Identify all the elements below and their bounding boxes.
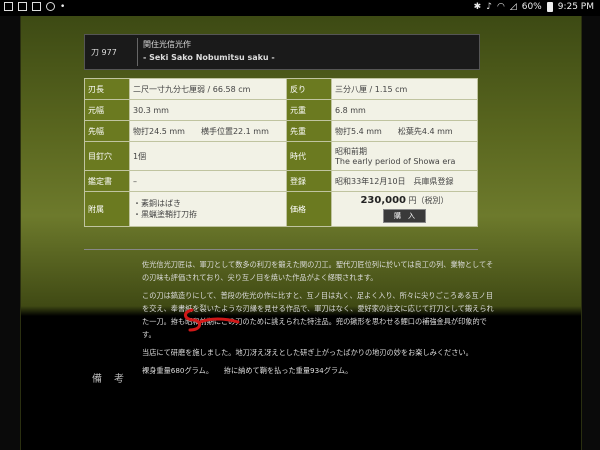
more-icon: • (60, 2, 66, 12)
table-row: 先幅 物打24.5 mm 横手位置22.1 mm 先重 物打5.4 mm 松葉先… (84, 120, 478, 142)
notes-label: 備考 (92, 374, 136, 385)
spec-value: 6.8 mm (331, 99, 478, 121)
notes-paragraph: 佐光信光刀匠は、軍刀として数多の利刀を鍛えた関の刀工。聖代刀匠位列に於いては良工… (142, 260, 494, 282)
gallery-icon (4, 2, 13, 11)
spec-key: 登録 (286, 170, 332, 192)
spec-table: 刃長 二尺一寸九分七厘弱 / 66.58 cm 反り 三分八厘 / 1.15 c… (84, 78, 478, 227)
status-bar: • ✱ ♪ ◠ ◿ 60% 9:25 PM (0, 0, 600, 16)
spec-value: 三分八厘 / 1.15 cm (331, 78, 478, 100)
spec-key: 刃長 (84, 78, 130, 100)
spec-key: 目釘穴 (84, 141, 130, 171)
notes-paragraph: 当店にて研磨を施しました。地刀冴え冴えとした研ぎ上がったばかりの地刃の妙をお楽し… (142, 348, 473, 357)
spec-key: 反り (286, 78, 332, 100)
table-row: 目釘穴 1個 時代 昭和前期 The early period of Showa… (84, 141, 478, 171)
spec-key: 附属 (84, 191, 130, 227)
price-value: 230,000 (360, 195, 406, 206)
chrome-icon (46, 2, 55, 11)
wifi-icon: ◠ (496, 2, 505, 12)
era-en: The early period of Showa era (335, 157, 456, 166)
divider (137, 38, 138, 66)
buy-button[interactable]: 購 入 (383, 209, 426, 223)
spec-value: 物打24.5 mm 横手位置22.1 mm (129, 120, 287, 142)
accessory-item: ・素銅はばき (133, 199, 181, 208)
spec-value: 昭和33年12月10日 兵庫県登録 (331, 170, 478, 192)
email-icon (32, 2, 41, 11)
table-row: 附属 ・素銅はばき ・黒蝋塗鞘打刀拵 価格 230,000 円（税別） 購 入 (84, 191, 478, 227)
table-row: 鑑定書 – 登録 昭和33年12月10日 兵庫県登録 (84, 170, 478, 192)
item-title-jp: 関住光信光作 (143, 40, 191, 49)
item-header: 刀 977 関住光信光作 - Seki Sako Nobumitsu saku … (84, 34, 480, 70)
divider (84, 249, 478, 250)
price-unit: 円（税別） (408, 196, 449, 205)
table-row: 元幅 30.3 mm 元重 6.8 mm (84, 99, 478, 121)
notes-paragraph: 裸身重量680グラム。 拵に納めて鞘を払った重量934グラム。 (142, 366, 353, 375)
spec-key: 時代 (286, 141, 332, 171)
spec-value: 30.3 mm (129, 99, 287, 121)
accessories-list: ・素銅はばき ・黒蝋塗鞘打刀拵 (129, 191, 287, 227)
spec-value: 二尺一寸九分七厘弱 / 66.58 cm (129, 78, 287, 100)
clock: 9:25 PM (557, 2, 594, 12)
item-title-en: - Seki Sako Nobumitsu saku - (143, 53, 275, 62)
spec-key: 鑑定書 (84, 170, 130, 192)
spec-value: 昭和前期 The early period of Showa era (331, 141, 478, 171)
battery-percent: 60% (521, 2, 542, 12)
spec-value: – (129, 170, 287, 192)
spec-key: 先重 (286, 120, 332, 142)
bluetooth-icon: ✱ (473, 2, 482, 12)
spec-key: 先幅 (84, 120, 130, 142)
spec-value: 物打5.4 mm 松葉先4.4 mm (331, 120, 478, 142)
mute-icon: ♪ (486, 2, 492, 12)
spec-key: 元重 (286, 99, 332, 121)
table-row: 刃長 二尺一寸九分七厘弱 / 66.58 cm 反り 三分八厘 / 1.15 c… (84, 78, 478, 100)
era-jp: 昭和前期 (335, 147, 367, 156)
red-ink-annotation (184, 308, 240, 332)
battery-icon (546, 2, 553, 12)
spec-value: 1個 (129, 141, 287, 171)
signal-icon: ◿ (509, 2, 517, 12)
price-cell: 230,000 円（税別） 購 入 (331, 191, 478, 227)
notes-icon (18, 2, 27, 11)
spec-key: 元幅 (84, 99, 130, 121)
spec-key: 価格 (286, 191, 332, 227)
notification-icons: • (4, 2, 65, 12)
item-number: 刀 977 (91, 48, 117, 57)
accessory-item: ・黒蝋塗鞘打刀拵 (133, 210, 197, 219)
